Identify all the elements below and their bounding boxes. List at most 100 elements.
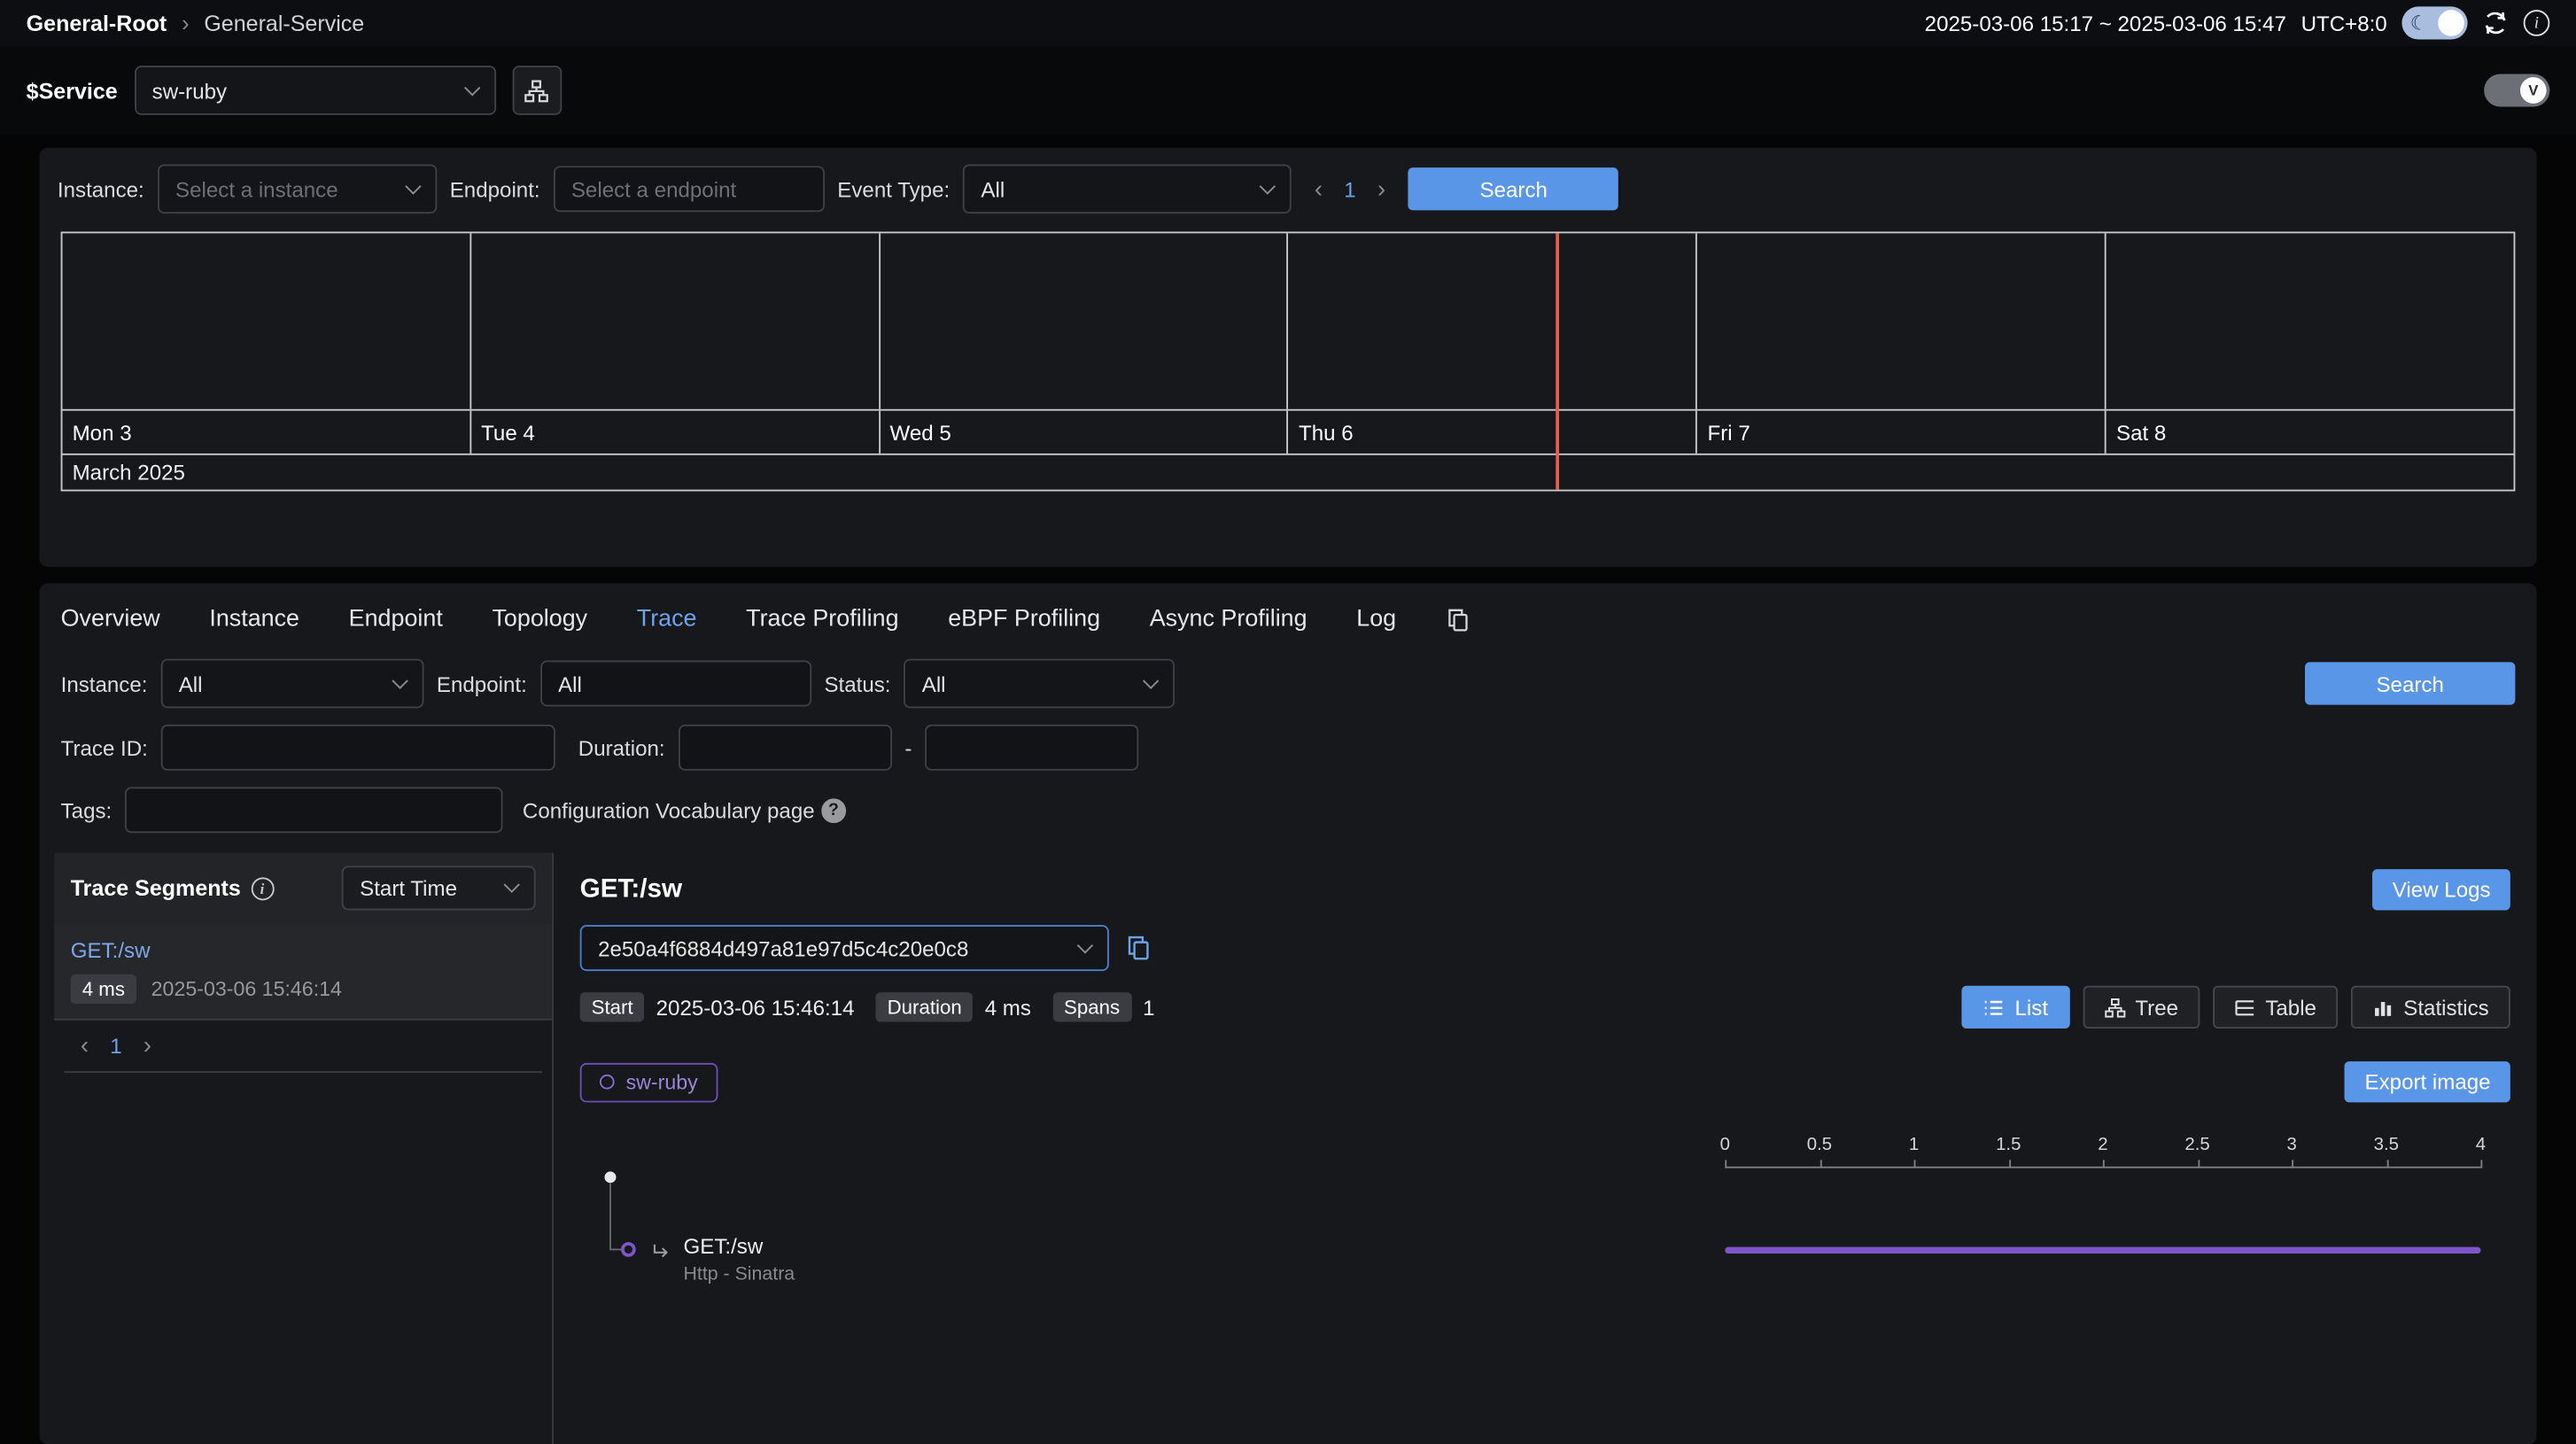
filter-tags-label: Tags: bbox=[61, 797, 113, 822]
duration-separator: - bbox=[904, 735, 912, 760]
tab-trace[interactable]: Trace bbox=[637, 606, 697, 633]
utc-offset[interactable]: UTC+8:0 bbox=[2301, 11, 2387, 35]
copy-trace-id-icon[interactable] bbox=[1125, 935, 1152, 961]
trace-filter-row-1: Instance: All Endpoint: Status: All Sear… bbox=[61, 659, 2516, 709]
service-select-value: sw-ruby bbox=[152, 78, 227, 103]
legend-service-chip[interactable]: sw-ruby bbox=[580, 1062, 718, 1102]
events-timeline-calendar[interactable]: Mon 3 Tue 4 Wed 5 Thu 6 Fri 7 Sat 8 Marc… bbox=[61, 231, 2516, 491]
tab-endpoint[interactable]: Endpoint bbox=[349, 606, 443, 633]
chevron-down-icon bbox=[463, 79, 479, 95]
axis-line bbox=[1725, 1167, 2480, 1168]
tab-overview[interactable]: Overview bbox=[61, 606, 160, 633]
events-event-type-label: Event Type: bbox=[837, 176, 950, 201]
version-toggle[interactable]: V bbox=[2484, 74, 2549, 106]
service-select[interactable]: sw-ruby bbox=[134, 66, 495, 115]
tab-ebpf-profiling[interactable]: eBPF Profiling bbox=[948, 606, 1100, 633]
skywalking-app: General-Root › General-Service 2025-03-0… bbox=[0, 0, 2576, 1444]
time-range[interactable]: 2025-03-06 15:17 ~ 2025-03-06 15:47 bbox=[1925, 11, 2286, 35]
filter-tags-input[interactable] bbox=[125, 787, 503, 833]
chevron-down-icon bbox=[392, 672, 407, 688]
version-toggle-knob: V bbox=[2520, 77, 2547, 104]
next-page-icon[interactable]: › bbox=[144, 1034, 151, 1059]
vocabulary-link[interactable]: Configuration Vocabulary page ? bbox=[523, 797, 846, 822]
tab-instance[interactable]: Instance bbox=[209, 606, 299, 633]
view-statistics-button[interactable]: Statistics bbox=[2351, 986, 2510, 1029]
calendar-day: Sat 8 bbox=[2107, 411, 2514, 454]
topology-button[interactable] bbox=[512, 66, 562, 115]
tab-async-profiling[interactable]: Async Profiling bbox=[1150, 606, 1307, 633]
help-icon[interactable]: ? bbox=[821, 797, 846, 822]
events-event-type-select[interactable]: All bbox=[963, 164, 1292, 213]
view-switcher: List Tree bbox=[1962, 986, 2510, 1029]
segments-sort-select[interactable]: Start Time bbox=[342, 866, 536, 910]
trace-id-select[interactable]: 2e50a4f6884d497a81e97d5c4c20e0c8 bbox=[580, 925, 1109, 971]
trace-filters: Instance: All Endpoint: Status: All Sear… bbox=[40, 652, 2537, 852]
export-image-button[interactable]: Export image bbox=[2345, 1061, 2510, 1102]
view-logs-button[interactable]: View Logs bbox=[2373, 869, 2510, 910]
filter-trace-id-input[interactable] bbox=[161, 725, 555, 771]
view-statistics-label: Statistics bbox=[2403, 995, 2488, 1020]
axis-tick-label: 0.5 bbox=[1807, 1136, 1832, 1155]
view-tree-label: Tree bbox=[2135, 995, 2178, 1020]
breadcrumb-root[interactable]: General-Root bbox=[27, 11, 167, 35]
filter-duration-min-input[interactable] bbox=[678, 725, 891, 771]
axis-tick-label: 2.5 bbox=[2184, 1136, 2209, 1155]
events-instance-label: Instance: bbox=[58, 176, 144, 201]
trace-detail: GET:/sw View Logs 2e50a4f6884d497a81e97d… bbox=[554, 853, 2537, 1444]
axis-tick-label: 1 bbox=[1909, 1136, 1919, 1155]
info-icon[interactable]: i bbox=[2524, 10, 2550, 36]
trace-filter-row-2: Trace ID: Duration: - bbox=[61, 725, 2516, 771]
axis-tick-label: 3 bbox=[2286, 1136, 2296, 1155]
filter-instance-select[interactable]: All bbox=[160, 659, 423, 709]
segments-page-number[interactable]: 1 bbox=[110, 1034, 121, 1059]
axis-tick-label: 1.5 bbox=[1996, 1136, 2021, 1155]
detail-title-row: GET:/sw View Logs bbox=[580, 869, 2510, 910]
trace-area: Trace Segments i Start Time GET:/sw 4 ms… bbox=[40, 853, 2537, 1444]
events-search-button[interactable]: Search bbox=[1408, 167, 1618, 210]
calendar-day-labels: Mon 3 Tue 4 Wed 5 Thu 6 Fri 7 Sat 8 bbox=[62, 409, 2513, 454]
chevron-down-icon bbox=[504, 877, 520, 893]
info-icon[interactable]: i bbox=[251, 876, 274, 899]
next-page-icon[interactable]: › bbox=[1377, 176, 1385, 201]
axis-tick-label: 2 bbox=[2098, 1136, 2107, 1155]
theme-toggle[interactable]: ☾ bbox=[2401, 6, 2467, 39]
view-list-label: List bbox=[2015, 995, 2049, 1020]
tab-log[interactable]: Log bbox=[1356, 606, 1396, 633]
view-list-button[interactable]: List bbox=[1962, 986, 2069, 1029]
filter-duration-label: Duration: bbox=[578, 735, 665, 760]
trace-search-button[interactable]: Search bbox=[2305, 662, 2515, 704]
copy-icon[interactable] bbox=[1446, 607, 1470, 632]
refresh-icon[interactable] bbox=[2482, 10, 2509, 36]
trace-filter-row-3: Tags: Configuration Vocabulary page ? bbox=[61, 787, 2516, 833]
tab-topology[interactable]: Topology bbox=[492, 606, 587, 633]
segment-name[interactable]: GET:/sw bbox=[71, 938, 536, 963]
calendar-day: Mon 3 bbox=[62, 411, 470, 454]
events-instance-select[interactable]: Select a instance bbox=[158, 164, 437, 213]
segment-meta: 4 ms 2025-03-06 15:46:14 bbox=[71, 974, 536, 1004]
segment-start-time: 2025-03-06 15:46:14 bbox=[151, 977, 342, 1000]
prev-page-icon[interactable]: ‹ bbox=[1315, 176, 1323, 201]
filter-status-select[interactable]: All bbox=[904, 659, 1175, 709]
span-expand-icon[interactable] bbox=[650, 1240, 671, 1262]
span-name[interactable]: GET:/sw bbox=[684, 1234, 764, 1259]
segment-duration-badge: 4 ms bbox=[71, 974, 136, 1004]
view-table-button[interactable]: Table bbox=[2213, 986, 2338, 1029]
moon-icon: ☾ bbox=[2410, 8, 2428, 37]
events-page-number[interactable]: 1 bbox=[1344, 176, 1355, 201]
calendar-month-label: March 2025 bbox=[62, 454, 2513, 490]
axis-tick-label: 4 bbox=[2476, 1136, 2486, 1155]
events-endpoint-input[interactable] bbox=[553, 166, 824, 212]
tab-trace-profiling[interactable]: Trace Profiling bbox=[746, 606, 898, 633]
view-tree-button[interactable]: Tree bbox=[2083, 986, 2200, 1029]
breadcrumb: General-Root › General-Service bbox=[27, 10, 365, 36]
span-duration-bar[interactable] bbox=[1725, 1247, 2480, 1254]
vocabulary-link-text: Configuration Vocabulary page bbox=[523, 797, 815, 822]
prev-page-icon[interactable]: ‹ bbox=[81, 1034, 89, 1059]
breadcrumb-separator-icon: › bbox=[182, 10, 190, 36]
span-node-dot[interactable] bbox=[621, 1242, 636, 1257]
filter-endpoint-input[interactable] bbox=[540, 661, 811, 707]
trace-segment-item[interactable]: GET:/sw 4 ms 2025-03-06 15:46:14 bbox=[54, 923, 552, 1020]
trace-id-row: 2e50a4f6884d497a81e97d5c4c20e0c8 bbox=[580, 925, 2510, 971]
filter-duration-max-input[interactable] bbox=[925, 725, 1138, 771]
root-node-dot bbox=[604, 1171, 616, 1183]
